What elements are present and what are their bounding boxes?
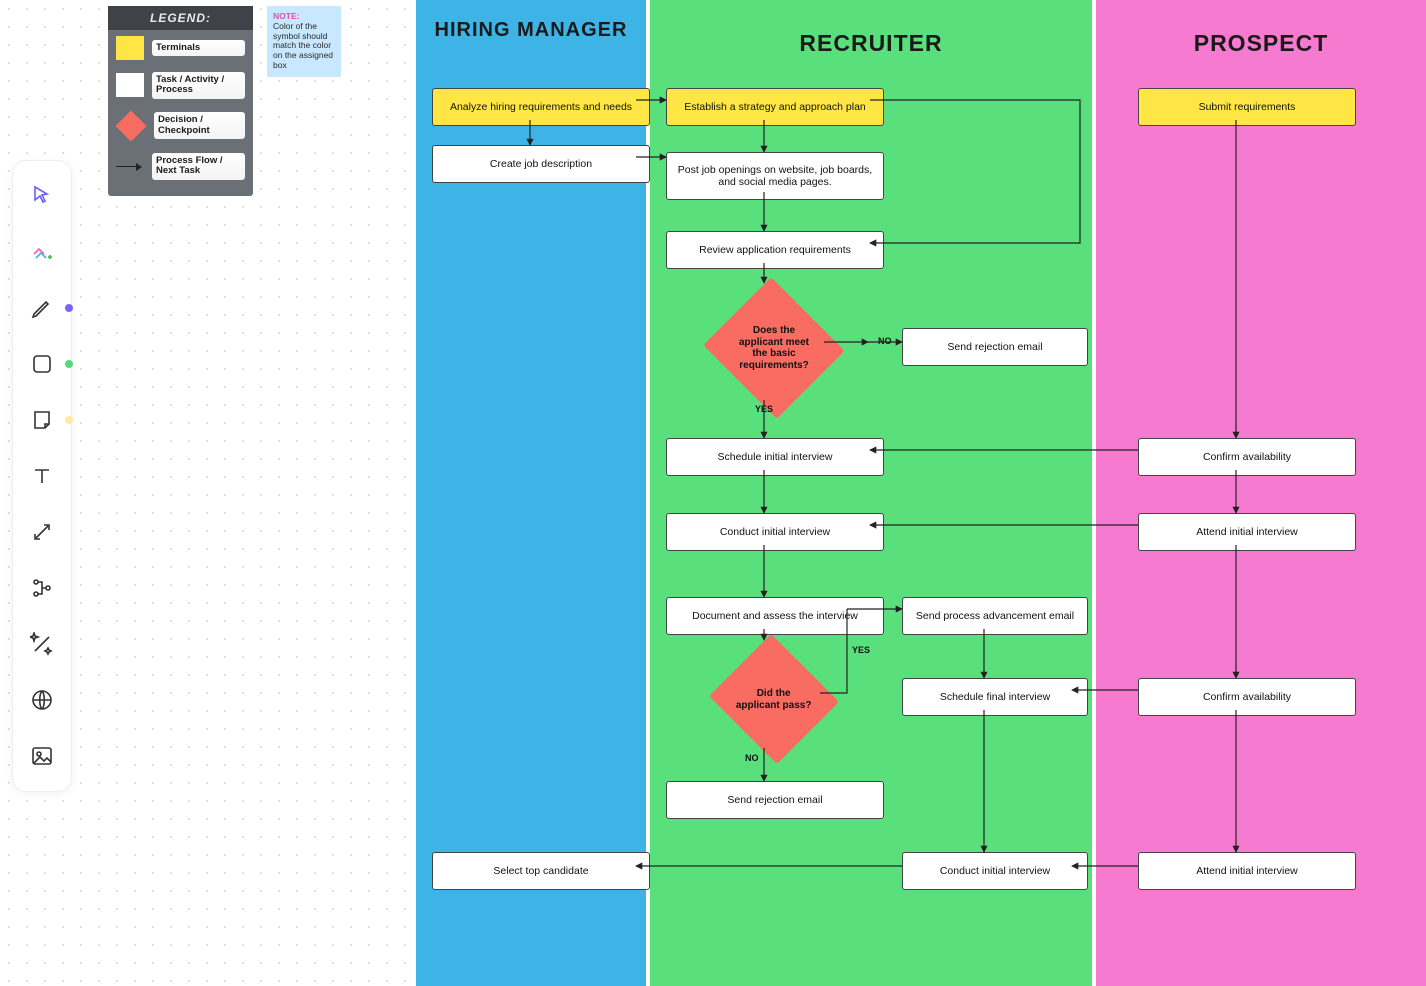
edge-label-yes: YES	[755, 404, 773, 414]
node-select-top-candidate[interactable]: Select top candidate	[432, 852, 650, 890]
node-document-assess[interactable]: Document and assess the interview	[666, 597, 884, 635]
web-tool[interactable]	[27, 685, 57, 715]
node-confirm-availability-2[interactable]: Confirm availability	[1138, 678, 1356, 716]
arrow-icon	[116, 154, 144, 178]
shape-tool[interactable]	[27, 349, 57, 379]
legend-row-task: Task / Activity / Process	[108, 66, 253, 105]
connector-tool[interactable]	[27, 517, 57, 547]
legend-title: LEGEND:	[108, 6, 253, 30]
node-send-rejection-2[interactable]: Send rejection email	[666, 781, 884, 819]
lane-recruiter[interactable]: RECRUITER	[650, 0, 1092, 986]
node-establish-strategy[interactable]: Establish a strategy and approach plan	[666, 88, 884, 126]
terminal-shape-icon	[116, 36, 144, 60]
legend-row-decision: Decision / Checkpoint	[108, 105, 253, 147]
edge-label-no: NO	[745, 753, 759, 763]
legend-label: Task / Activity / Process	[152, 72, 245, 99]
node-create-job-description[interactable]: Create job description	[432, 145, 650, 183]
sticky-color-indicator	[65, 416, 73, 424]
legend-label: Decision / Checkpoint	[154, 112, 245, 139]
lane-header: PROSPECT	[1096, 30, 1426, 57]
node-confirm-availability-1[interactable]: Confirm availability	[1138, 438, 1356, 476]
legend-row-flow: Process Flow / Next Task	[108, 147, 253, 186]
pen-color-indicator	[65, 304, 73, 312]
mindmap-tool[interactable]	[27, 573, 57, 603]
left-toolbar	[12, 160, 72, 792]
node-attend-initial-1[interactable]: Attend initial interview	[1138, 513, 1356, 551]
node-post-openings[interactable]: Post job openings on website, job boards…	[666, 152, 884, 200]
node-attend-final[interactable]: Attend initial interview	[1138, 852, 1356, 890]
node-schedule-final[interactable]: Schedule final interview	[902, 678, 1088, 716]
node-review-requirements[interactable]: Review application requirements	[666, 231, 884, 269]
task-shape-icon	[116, 73, 144, 97]
node-schedule-initial[interactable]: Schedule initial interview	[666, 438, 884, 476]
note-sticky[interactable]: NOTE: Color of the symbol should match t…	[267, 6, 341, 77]
sticky-note-tool[interactable]	[27, 405, 57, 435]
image-tool[interactable]	[27, 741, 57, 771]
node-advancement-email[interactable]: Send process advancement email	[902, 597, 1088, 635]
node-conduct-initial[interactable]: Conduct initial interview	[666, 513, 884, 551]
shape-color-indicator	[65, 360, 73, 368]
edge-label-no: NO	[878, 336, 892, 346]
node-submit-requirements[interactable]: Submit requirements	[1138, 88, 1356, 126]
select-tool[interactable]	[27, 181, 57, 211]
note-body: Color of the symbol should match the col…	[273, 22, 335, 71]
node-analyze-requirements[interactable]: Analyze hiring requirements and needs	[432, 88, 650, 126]
decision-shape-icon	[115, 110, 146, 141]
edge-label-yes: YES	[852, 645, 870, 655]
legend-label: Terminals	[152, 40, 245, 56]
ai-draw-tool[interactable]	[27, 237, 57, 267]
note-title: NOTE:	[273, 11, 299, 21]
magic-tool[interactable]	[27, 629, 57, 659]
legend-card[interactable]: LEGEND: Terminals Task / Activity / Proc…	[108, 6, 253, 196]
lane-header: HIRING MANAGER	[416, 20, 646, 41]
node-conduct-final[interactable]: Conduct initial interview	[902, 852, 1088, 890]
legend-row-terminal: Terminals	[108, 30, 253, 66]
lane-header: RECRUITER	[650, 30, 1092, 57]
text-tool[interactable]	[27, 461, 57, 491]
lane-prospect[interactable]: PROSPECT	[1096, 0, 1426, 986]
legend-label: Process Flow / Next Task	[152, 153, 245, 180]
pen-tool[interactable]	[27, 293, 57, 323]
node-send-rejection-1[interactable]: Send rejection email	[902, 328, 1088, 366]
